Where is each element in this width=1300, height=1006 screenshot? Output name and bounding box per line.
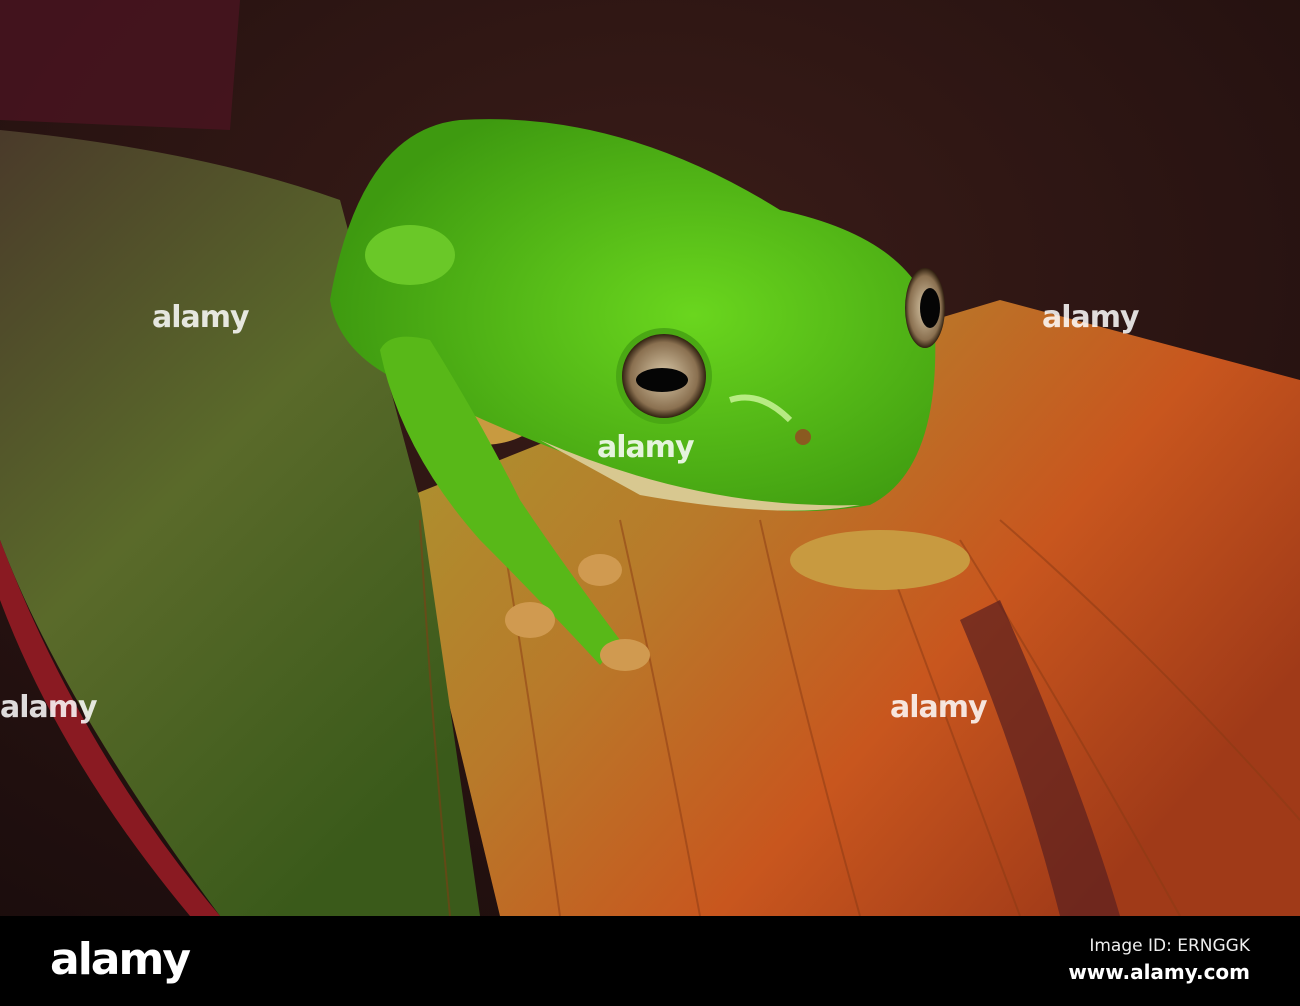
watermark: alamy [0, 690, 98, 725]
frog-toe-pad [600, 639, 650, 671]
frog-far-pupil [920, 288, 940, 328]
watermark: alamy [1042, 300, 1140, 335]
frog-right-foot [790, 530, 970, 590]
frog-toe-pad [505, 602, 555, 638]
alamy-logo: alamy [50, 934, 191, 985]
watermark: alamy [152, 300, 250, 335]
frog-pupil [636, 368, 688, 392]
stock-photo: alamy alamy alamy alamy alamy alamy Imag… [0, 0, 1300, 1006]
website-text: www.alamy.com [1068, 960, 1250, 984]
background-leaf [0, 0, 240, 130]
image-id: Image ID: ERNGGK [1089, 936, 1250, 956]
frog-nostril [795, 429, 811, 445]
watermark: alamy [597, 430, 695, 465]
footer-bar: alamy Image ID: ERNGGK www.alamy.com [0, 916, 1300, 1006]
frog-back-leg [365, 225, 455, 285]
frog-toe-pad [578, 554, 622, 586]
watermark: alamy [890, 690, 988, 725]
